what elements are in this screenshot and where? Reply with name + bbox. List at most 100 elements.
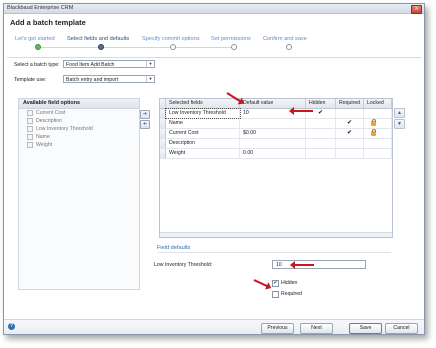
field-icon — [27, 133, 33, 140]
field-icon — [27, 117, 33, 124]
cell-required[interactable] — [336, 139, 364, 148]
remove-field-button[interactable]: ➔ — [140, 120, 150, 129]
cell-default[interactable]: 0.00 — [240, 149, 306, 158]
cell-field[interactable]: Weight — [166, 149, 240, 158]
available-fields-header: Available field options — [19, 99, 139, 109]
help-icon[interactable]: ? — [8, 323, 15, 330]
cell-locked[interactable] — [364, 139, 392, 148]
dialog-title: Add a batch template — [10, 18, 86, 27]
threshold-input[interactable]: 10 — [272, 260, 366, 269]
cell-default[interactable] — [240, 139, 306, 148]
next-button[interactable]: Next — [300, 323, 333, 334]
cell-field[interactable]: Low Inventory Threshold — [165, 108, 241, 119]
cell-hidden[interactable] — [306, 139, 336, 148]
cell-locked[interactable] — [364, 109, 392, 118]
col-required[interactable]: Required — [336, 99, 364, 108]
lock-icon[interactable] — [371, 119, 376, 126]
cell-required[interactable] — [336, 149, 364, 158]
grid-scrollbar[interactable] — [160, 232, 392, 237]
table-row[interactable]: Description — [160, 139, 392, 149]
previous-button[interactable]: Previous — [261, 323, 294, 334]
available-fields-panel: Available field options Current Cost Des… — [18, 98, 140, 290]
cell-hidden[interactable] — [306, 119, 336, 128]
lock-icon[interactable] — [371, 129, 376, 136]
threshold-label: Low Inventory Threshold: — [154, 262, 213, 268]
step-pending-icon — [231, 44, 237, 50]
hidden-label: Hidden — [281, 280, 298, 286]
available-field-item[interactable]: Name — [19, 133, 139, 141]
batch-type-label: Select a batch type: — [14, 62, 60, 68]
window-title: Blackbaud Enterprise CRM — [7, 5, 74, 11]
title-bar: Blackbaud Enterprise CRM X — [4, 4, 424, 14]
template-use-value: Batch entry and import — [66, 77, 119, 83]
chevron-down-icon[interactable]: ▼ — [146, 76, 154, 82]
field-defaults-title: Field defaults — [157, 245, 191, 251]
step-select-fields[interactable]: Select fields and defaults — [67, 36, 129, 42]
arrow-up-icon: ▲ — [397, 110, 402, 116]
arrow-right-icon: ➔ — [142, 111, 148, 117]
move-down-button[interactable]: ▼ — [394, 119, 405, 129]
table-row[interactable]: Weight 0.00 — [160, 149, 392, 159]
grid-header-row: Selected fields Default value Hidden Req… — [160, 99, 392, 109]
header-divider — [7, 57, 421, 58]
template-use-label: Template use: — [14, 77, 47, 83]
step-commit-options[interactable]: Specify commit options — [142, 36, 200, 42]
annotation-arrow-icon — [289, 107, 313, 115]
annotation-arrow-icon — [253, 279, 269, 288]
cell-required[interactable]: ✔ — [336, 129, 364, 138]
cell-locked[interactable] — [364, 119, 392, 128]
col-selected-fields[interactable]: Selected fields — [166, 99, 240, 108]
table-row[interactable]: Low Inventory Threshold 10 ✔ — [160, 108, 392, 119]
cell-locked[interactable] — [364, 149, 392, 158]
step-pending-icon — [286, 44, 292, 50]
save-button[interactable]: Save — [349, 323, 382, 334]
available-field-item[interactable]: Low Inventory Threshold — [19, 125, 139, 133]
available-field-item[interactable]: Current Cost — [19, 109, 139, 117]
col-locked[interactable]: Locked — [364, 99, 392, 108]
chevron-down-icon[interactable]: ▼ — [146, 61, 154, 67]
annotation-arrow-icon — [290, 261, 314, 269]
field-icon — [27, 125, 33, 132]
available-field-item[interactable]: Weight — [19, 141, 139, 149]
wizard-steps: Let's get started Select fields and defa… — [7, 36, 421, 54]
required-label: Required — [281, 291, 303, 297]
field-defaults-divider — [157, 252, 391, 253]
cell-field[interactable]: Current Cost — [166, 129, 240, 138]
field-icon — [27, 109, 33, 116]
available-field-item[interactable]: Description — [19, 117, 139, 125]
table-row[interactable]: Current Cost $0.00 ✔ — [160, 129, 392, 139]
dialog-window: Blackbaud Enterprise CRM X Add a batch t… — [3, 3, 425, 335]
dialog-footer: ? Previous Next Save Cancel — [4, 319, 424, 334]
selected-fields-grid: Selected fields Default value Hidden Req… — [159, 98, 393, 238]
cell-default[interactable] — [240, 119, 306, 128]
close-button[interactable]: X — [411, 5, 422, 14]
step-connector-line — [37, 47, 237, 48]
step-done-icon — [35, 44, 41, 50]
cell-required[interactable] — [336, 109, 364, 118]
cell-locked[interactable] — [364, 129, 392, 138]
batch-type-value: Food Item Add Batch — [66, 62, 115, 68]
cell-field[interactable]: Description — [166, 139, 240, 148]
cell-hidden[interactable] — [306, 149, 336, 158]
step-confirm-save[interactable]: Confirm and save — [263, 36, 307, 42]
cell-hidden[interactable] — [306, 129, 336, 138]
batch-type-select[interactable]: Food Item Add Batch ▼ — [63, 60, 155, 68]
arrow-left-icon: ➔ — [142, 121, 148, 127]
step-set-permissions[interactable]: Set permissions — [211, 36, 251, 42]
add-field-button[interactable]: ➔ — [140, 110, 150, 119]
required-checkbox[interactable] — [272, 291, 279, 298]
step-current-icon — [98, 44, 104, 50]
cell-field[interactable]: Name — [166, 119, 240, 128]
cell-default[interactable]: $0.00 — [240, 129, 306, 138]
cell-required[interactable]: ✔ — [336, 119, 364, 128]
field-icon — [27, 141, 33, 148]
col-default-value[interactable]: Default value — [240, 99, 306, 108]
table-row[interactable]: Name ✔ — [160, 119, 392, 129]
step-lets-get-started[interactable]: Let's get started — [15, 36, 55, 42]
col-hidden[interactable]: Hidden — [306, 99, 336, 108]
step-pending-icon — [170, 44, 176, 50]
arrow-down-icon: ▼ — [397, 121, 402, 127]
template-use-select[interactable]: Batch entry and import ▼ — [63, 75, 155, 83]
move-up-button[interactable]: ▲ — [394, 108, 405, 118]
cancel-button[interactable]: Cancel — [385, 323, 418, 334]
